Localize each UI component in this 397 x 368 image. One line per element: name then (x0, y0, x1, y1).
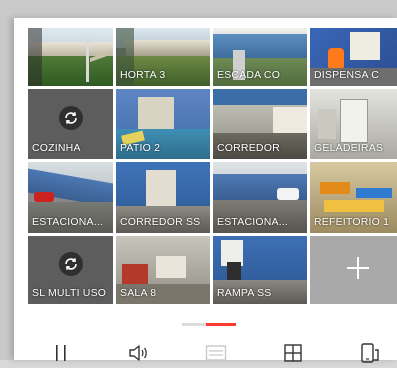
camera-grid: HORTA 3 ESCADA CO DISPENSA C COZINHA PAT… (28, 28, 397, 315)
plus-icon[interactable] (347, 257, 369, 279)
camera-tile[interactable]: RAMPA SS (213, 236, 307, 304)
camera-label: REFEITORIO 1 (314, 216, 390, 228)
camera-tile[interactable]: CORREDOR (213, 89, 307, 159)
camera-label: HORTA 3 (120, 69, 166, 81)
grid-layout-button[interactable] (280, 340, 306, 366)
volume-button[interactable] (125, 340, 151, 366)
camera-label: RAMPA SS (217, 287, 272, 299)
camera-label: ESTACIONA... (32, 216, 104, 228)
camera-tile[interactable]: HORTA 3 (116, 28, 210, 86)
stream-quality-button (203, 340, 229, 366)
camera-label: GELADEIRAS (314, 142, 384, 154)
grid-layout-icon (284, 344, 302, 362)
page-indicator (182, 323, 236, 326)
rotate-screen-icon (361, 343, 379, 363)
pause-button[interactable] (48, 340, 74, 366)
camera-label: CORREDOR SS (120, 216, 201, 228)
camera-tile[interactable]: PATIO 2 (116, 89, 210, 159)
camera-tile-offline[interactable]: SL MULTI USO (28, 236, 113, 304)
camera-tile[interactable]: ESTACIONA... (213, 162, 307, 233)
camera-label: COZINHA (32, 142, 81, 154)
playback-toolbar (28, 338, 397, 368)
camera-tile[interactable]: SALA 8 (116, 236, 210, 304)
refresh-icon[interactable] (58, 106, 83, 130)
add-camera-tile[interactable] (310, 236, 397, 304)
stream-quality-icon (205, 345, 226, 361)
camera-label: ESTACIONA... (217, 216, 289, 228)
phone-frame: HORTA 3 ESCADA CO DISPENSA C COZINHA PAT… (0, 0, 397, 363)
camera-tile[interactable]: GELADEIRAS (310, 89, 397, 159)
camera-tile[interactable]: REFEITORIO 1 (310, 162, 397, 233)
camera-tile-offline[interactable]: COZINHA (28, 89, 113, 159)
camera-view-screen: HORTA 3 ESCADA CO DISPENSA C COZINHA PAT… (14, 18, 397, 363)
camera-tile[interactable]: ESTACIONA... (28, 162, 113, 233)
volume-icon (129, 345, 148, 361)
camera-label: CORREDOR (217, 142, 280, 154)
camera-label: SALA 8 (120, 287, 157, 299)
rotate-screen-button[interactable] (357, 340, 383, 366)
refresh-icon[interactable] (58, 252, 83, 276)
camera-tile[interactable]: ESCADA CO (213, 28, 307, 86)
pause-icon (56, 345, 66, 361)
page-indicator-inactive (182, 323, 206, 326)
camera-tile[interactable]: CORREDOR SS (116, 162, 210, 233)
camera-tile[interactable]: DISPENSA C (310, 28, 397, 86)
camera-tile[interactable] (28, 28, 113, 86)
camera-label: DISPENSA C (314, 69, 380, 81)
camera-label: SL MULTI USO (32, 287, 107, 299)
camera-label: PATIO 2 (120, 142, 161, 154)
camera-label: ESCADA CO (217, 69, 281, 81)
page-indicator-active (206, 323, 236, 326)
